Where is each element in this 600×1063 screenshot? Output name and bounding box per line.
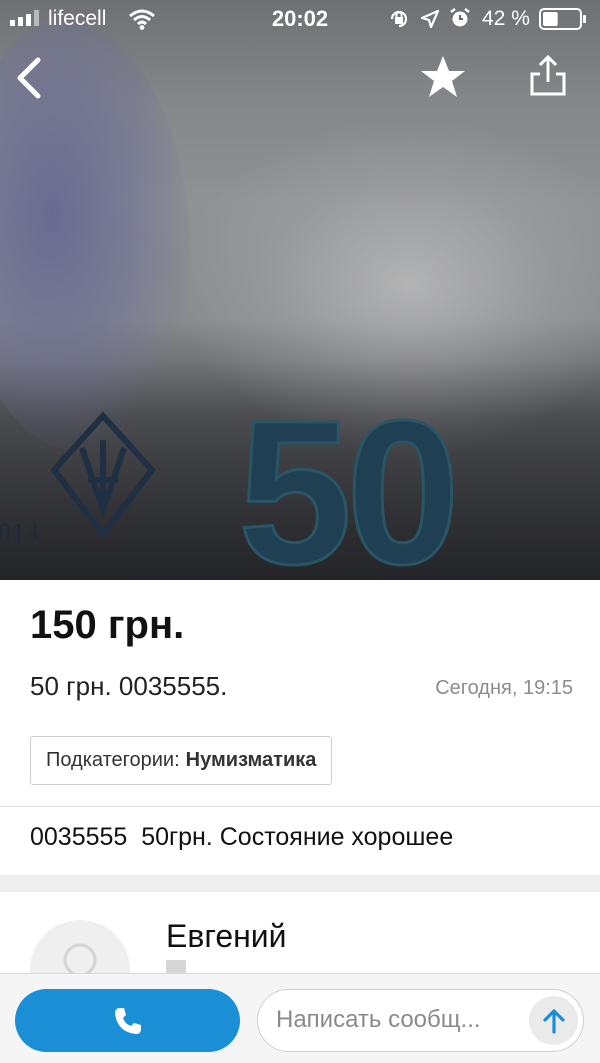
share-icon [530, 54, 566, 96]
banknote-denomination: 50 [236, 378, 461, 581]
location-icon [420, 9, 440, 29]
message-field[interactable] [257, 989, 584, 1052]
battery-percent: 42 % [482, 7, 530, 30]
category-label: Подкатегории: [46, 749, 180, 771]
listing-photo[interactable]: 014 50 [0, 0, 600, 580]
category-value: Нумизматика [185, 749, 317, 771]
battery-icon [539, 8, 586, 30]
alarm-icon [450, 8, 470, 27]
trident-emblem [50, 411, 156, 539]
listing-description: 0035555 50грн. Состояние хорошее [30, 823, 454, 851]
back-arrow-icon [17, 57, 41, 99]
category-chip[interactable]: Подкатегории: Нумизматика [30, 736, 333, 785]
listing-date: Сегодня, 19:15 [435, 677, 573, 699]
banknote-year: 014 [0, 518, 40, 547]
orientation-lock-icon [390, 10, 408, 28]
seller-name[interactable]: Евгений [166, 918, 287, 955]
send-button[interactable] [529, 996, 578, 1045]
divider [0, 806, 600, 807]
arrow-up-icon [542, 1008, 565, 1034]
bottom-action-bar [0, 973, 600, 1063]
message-input[interactable] [276, 990, 516, 1050]
share-button[interactable] [527, 54, 569, 98]
star-icon [421, 56, 465, 97]
favorite-button[interactable] [420, 54, 466, 100]
call-button[interactable] [15, 989, 240, 1052]
status-bar: lifecell 20:02 42 % [0, 0, 600, 38]
listing-price: 150 грн. [30, 603, 185, 647]
back-button[interactable] [12, 56, 52, 100]
phone-icon [114, 1007, 141, 1034]
listing-title: 50 грн. 0035555. [30, 671, 228, 701]
section-separator [0, 875, 600, 892]
